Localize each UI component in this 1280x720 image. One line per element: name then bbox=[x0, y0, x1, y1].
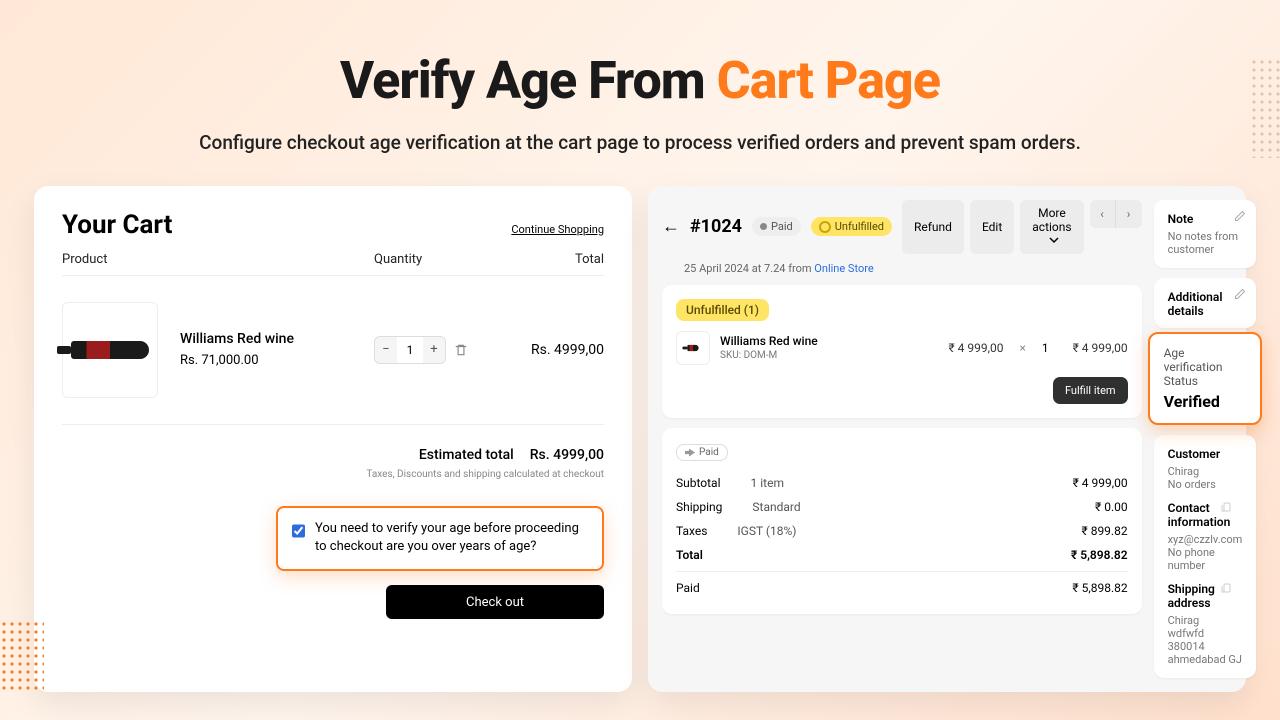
fulfillment-card: Unfulfilled (1) Williams Red wine SKU: D… bbox=[662, 285, 1142, 418]
product-title: Williams Red wine bbox=[180, 331, 374, 347]
order-panel: ← #1024 Paid Unfulfilled Refund Edit Mor… bbox=[648, 186, 1246, 692]
clipboard-icon[interactable] bbox=[1220, 501, 1232, 513]
line-item-sku: SKU: DOM-M bbox=[720, 350, 938, 361]
age-verify-checkbox[interactable] bbox=[292, 522, 305, 540]
customer-card: Customer Chirag No orders Contact inform… bbox=[1154, 435, 1257, 678]
decoration-dots bbox=[1250, 58, 1280, 158]
estimated-value: Rs. 4999,00 bbox=[530, 447, 604, 463]
pencil-icon[interactable] bbox=[1234, 210, 1246, 222]
line-item-total: ₹ 4 999,00 bbox=[1073, 341, 1128, 355]
fulfill-item-button[interactable]: Fulfill item bbox=[1053, 377, 1128, 404]
cart-columns: Product Quantity Total bbox=[62, 252, 604, 276]
clipboard-icon[interactable] bbox=[1220, 582, 1232, 594]
paid-tag: Paid bbox=[676, 444, 728, 461]
page-title: Verify Age From Cart Page bbox=[0, 50, 1280, 111]
decoration-dots bbox=[0, 620, 44, 690]
qty-decrease-button[interactable]: − bbox=[375, 337, 397, 363]
note-card: Note No notes from customer bbox=[1154, 200, 1257, 268]
unfulfilled-tag: Unfulfilled (1) bbox=[676, 299, 769, 321]
age-verify-label: You need to verify your age before proce… bbox=[315, 520, 588, 558]
col-quantity: Quantity bbox=[374, 252, 524, 267]
email-link[interactable]: xyz@czzlv.com bbox=[1168, 533, 1243, 546]
order-id: #1024 bbox=[690, 216, 742, 237]
source-link[interactable]: Online Store bbox=[814, 262, 873, 275]
pencil-icon[interactable] bbox=[1234, 288, 1246, 300]
page-subtitle: Configure checkout age verification at t… bbox=[0, 129, 1280, 158]
col-total: Total bbox=[524, 252, 604, 267]
order-date: 25 April 2024 at 7.24 from Online Store bbox=[684, 262, 1142, 275]
age-verify-box: You need to verify your age before proce… bbox=[276, 506, 604, 572]
quantity-stepper[interactable]: − + bbox=[374, 336, 446, 364]
customer-link[interactable]: Chirag bbox=[1168, 465, 1243, 478]
paid-badge: Paid bbox=[752, 217, 801, 236]
line-item-price: ₹ 4 999,00 bbox=[948, 341, 1003, 355]
prev-button[interactable]: ‹ bbox=[1090, 200, 1116, 228]
hero-section: Verify Age From Cart Page Configure chec… bbox=[0, 0, 1280, 158]
cart-title: Your Cart bbox=[62, 210, 172, 240]
back-arrow-icon[interactable]: ← bbox=[662, 216, 680, 237]
cart-item-row: Williams Red wine Rs. 71,000.00 − + Rs. … bbox=[62, 302, 604, 425]
refund-button[interactable]: Refund bbox=[902, 200, 964, 254]
unfulfilled-badge: Unfulfilled bbox=[811, 217, 892, 236]
line-item: Williams Red wine SKU: DOM-M ₹ 4 999,00 … bbox=[676, 331, 1128, 365]
chevron-down-icon bbox=[1049, 235, 1059, 245]
checkout-button[interactable]: Check out bbox=[386, 585, 604, 619]
trash-icon[interactable] bbox=[454, 343, 468, 357]
pager: ‹ › bbox=[1090, 200, 1142, 254]
line-item-title: Williams Red wine bbox=[720, 334, 938, 348]
continue-shopping-link[interactable]: Continue Shopping bbox=[511, 223, 604, 236]
verification-status: Verified bbox=[1164, 392, 1247, 411]
line-item-qty: 1 bbox=[1042, 341, 1049, 355]
estimated-label: Estimated total bbox=[419, 447, 514, 463]
payment-card: Paid Subtotal1 item₹ 4 999,00 ShippingSt… bbox=[662, 428, 1142, 615]
multiply-icon: × bbox=[1019, 341, 1025, 355]
more-actions-button[interactable]: More actions bbox=[1020, 200, 1083, 254]
line-total: Rs. 4999,00 bbox=[524, 342, 604, 358]
edit-button[interactable]: Edit bbox=[970, 200, 1014, 254]
tax-note: Taxes, Discounts and shipping calculated… bbox=[62, 469, 604, 480]
next-button[interactable]: › bbox=[1116, 200, 1142, 228]
product-image bbox=[62, 302, 158, 398]
additional-details-card: Additional details bbox=[1154, 278, 1257, 328]
product-price: Rs. 71,000.00 bbox=[180, 353, 374, 368]
qty-increase-button[interactable]: + bbox=[423, 337, 445, 363]
col-product: Product bbox=[62, 252, 374, 267]
line-item-image bbox=[676, 331, 710, 365]
age-verification-status-card: Age verification Status Verified bbox=[1148, 332, 1263, 425]
cart-panel: Your Cart Continue Shopping Product Quan… bbox=[34, 186, 632, 692]
qty-input[interactable] bbox=[397, 337, 423, 363]
